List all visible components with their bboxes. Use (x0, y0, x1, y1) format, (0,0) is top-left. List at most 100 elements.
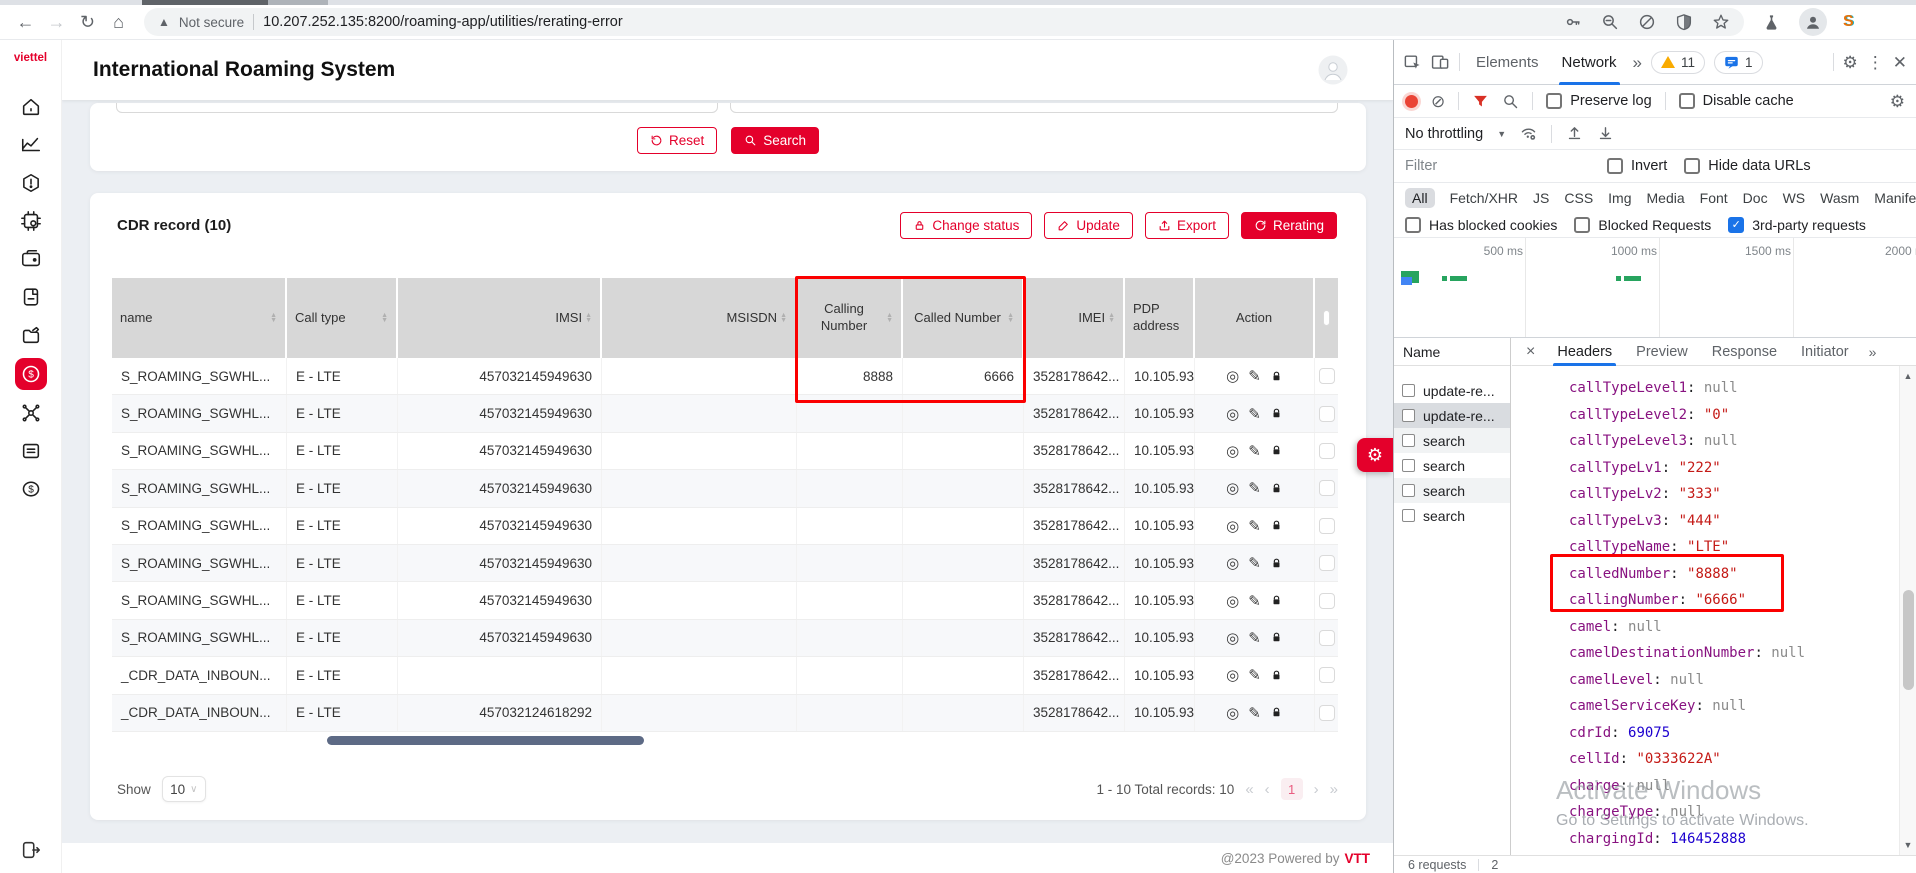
last-page-icon[interactable]: » (1330, 781, 1338, 798)
edit-icon[interactable]: ✎ (1248, 592, 1261, 610)
floating-settings-button[interactable]: ⚙ (1357, 438, 1393, 472)
devtools-menu-icon[interactable]: ⋮ (1867, 54, 1884, 71)
rerating-button[interactable]: Rerating (1241, 212, 1337, 239)
prev-page-icon[interactable]: ‹ (1265, 781, 1270, 798)
has-blocked-cookies-checkbox[interactable]: Has blocked cookies (1405, 217, 1557, 233)
tab-response[interactable]: Response (1700, 338, 1789, 366)
change-status-button[interactable]: Change status (900, 212, 1032, 239)
forward-icon[interactable]: → (43, 12, 70, 33)
devtools-settings-icon[interactable]: ⚙ (1843, 54, 1858, 71)
row-checkbox[interactable] (1319, 480, 1335, 496)
sidebar-item-system[interactable] (20, 210, 42, 232)
table-row[interactable]: S_ROAMING_SGWHL... E - LTE 4570321459496… (112, 620, 1338, 657)
sidebar-item-alerts[interactable] (20, 172, 42, 194)
edit-icon[interactable]: ✎ (1248, 666, 1261, 684)
view-icon[interactable]: ◎ (1226, 629, 1239, 647)
tab-initiator[interactable]: Initiator (1789, 338, 1861, 366)
view-icon[interactable]: ◎ (1226, 405, 1239, 423)
scroll-down-icon[interactable]: ▼ (1900, 840, 1916, 850)
reload-icon[interactable]: ↻ (74, 12, 101, 33)
edit-icon[interactable]: ✎ (1248, 629, 1261, 647)
key-icon[interactable] (1564, 13, 1582, 31)
search-input-right[interactable] (730, 103, 1338, 113)
type-chip[interactable]: Doc (1743, 190, 1768, 206)
type-chip[interactable]: WS (1783, 190, 1806, 206)
tab-network[interactable]: Network (1555, 40, 1624, 85)
view-icon[interactable]: ◎ (1226, 704, 1239, 722)
table-row[interactable]: _CDR_DATA_INBOUN... E - LTE 3528178642..… (112, 657, 1338, 694)
view-icon[interactable]: ◎ (1226, 517, 1239, 535)
checkbox-checked[interactable]: ✓ (1728, 217, 1744, 233)
extension-flask-icon[interactable] (1762, 13, 1781, 32)
row-checkbox[interactable] (1319, 630, 1335, 646)
lock-icon[interactable] (1270, 370, 1283, 383)
sidebar-item-home[interactable] (20, 96, 42, 118)
checkbox[interactable] (1679, 93, 1695, 109)
name-column-header[interactable]: Name (1394, 338, 1510, 366)
sort-icon[interactable]: ▲▼ (381, 313, 388, 323)
type-chip[interactable]: Img (1608, 190, 1631, 206)
sort-icon[interactable]: ▲▼ (780, 313, 787, 323)
view-icon[interactable]: ◎ (1226, 554, 1239, 572)
table-row[interactable]: S_ROAMING_SGWHL... E - LTE 4570321459496… (112, 470, 1338, 507)
shield-icon[interactable] (1675, 13, 1693, 31)
first-page-icon[interactable]: « (1245, 781, 1253, 798)
edit-icon[interactable]: ✎ (1248, 517, 1261, 535)
sort-icon[interactable]: ▲▼ (1007, 313, 1014, 323)
request-row[interactable]: search (1394, 453, 1510, 478)
warnings-badge[interactable]: 11 (1651, 51, 1705, 74)
request-row[interactable]: search (1394, 503, 1510, 528)
edit-icon[interactable]: ✎ (1248, 554, 1261, 572)
request-row[interactable]: update-re... (1394, 378, 1510, 403)
sidebar-item-files[interactable] (20, 324, 42, 346)
table-row[interactable]: S_ROAMING_SGWHL... E - LTE 4570321459496… (112, 395, 1338, 432)
throttling-select[interactable]: No throttling (1405, 126, 1483, 142)
address-bar[interactable]: ▲ Not secure 10.207.252.135:8200/roaming… (144, 8, 1744, 36)
table-row[interactable]: S_ROAMING_SGWHL... E - LTE 4570321459496… (112, 545, 1338, 582)
tab-headers[interactable]: Headers (1545, 338, 1624, 366)
column-header-imsi[interactable]: IMSI▲▼ (398, 278, 602, 358)
checkbox[interactable] (1405, 217, 1421, 233)
edit-icon[interactable]: ✎ (1248, 367, 1261, 385)
type-chip[interactable]: Manifest (1874, 190, 1916, 206)
tab-elements[interactable]: Elements (1469, 40, 1546, 85)
scroll-up-icon[interactable]: ▲ (1900, 371, 1916, 381)
current-page[interactable]: 1 (1281, 778, 1303, 800)
type-chip[interactable]: JS (1533, 190, 1549, 206)
table-row[interactable]: S_ROAMING_SGWHL... E - LTE 4570321459496… (112, 358, 1338, 395)
bookmark-star-icon[interactable] (1712, 13, 1730, 31)
type-chip[interactable]: All (1405, 188, 1435, 208)
network-settings-gear-icon[interactable]: ⚙ (1890, 93, 1905, 110)
user-avatar[interactable] (1318, 55, 1348, 85)
row-checkbox[interactable] (1319, 593, 1335, 609)
inspect-element-icon[interactable] (1403, 53, 1422, 72)
row-checkbox[interactable] (1319, 555, 1335, 571)
checkbox[interactable] (1546, 93, 1562, 109)
view-icon[interactable]: ◎ (1226, 442, 1239, 460)
column-header-pdp-address[interactable]: PDP address (1125, 278, 1195, 358)
table-row[interactable]: S_ROAMING_SGWHL... E - LTE 4570321459496… (112, 508, 1338, 545)
more-detail-tabs-icon[interactable]: » (1869, 344, 1877, 360)
type-chip[interactable]: Fetch/XHR (1450, 190, 1518, 206)
filter-funnel-icon[interactable] (1472, 93, 1489, 110)
export-button[interactable]: Export (1145, 212, 1229, 239)
row-checkbox[interactable] (1319, 667, 1335, 683)
security-label[interactable]: Not secure (179, 15, 244, 30)
page-size-select[interactable]: 10 ∨ (162, 776, 206, 802)
home-icon[interactable]: ⌂ (105, 12, 132, 33)
next-page-icon[interactable]: › (1314, 781, 1319, 798)
preserve-log-checkbox[interactable]: Preserve log (1546, 93, 1651, 109)
tab-preview[interactable]: Preview (1624, 338, 1700, 366)
table-row[interactable]: S_ROAMING_SGWHL... E - LTE 4570321459496… (112, 433, 1338, 470)
sidebar-item-wallet[interactable] (20, 248, 42, 270)
search-input-left[interactable] (116, 103, 718, 113)
network-conditions-icon[interactable] (1520, 125, 1537, 142)
view-icon[interactable]: ◎ (1226, 367, 1239, 385)
sort-icon[interactable]: ▲▼ (585, 313, 592, 323)
update-button[interactable]: Update (1044, 212, 1133, 239)
edit-icon[interactable]: ✎ (1248, 405, 1261, 423)
view-icon[interactable]: ◎ (1226, 479, 1239, 497)
record-button[interactable] (1405, 95, 1418, 108)
devtools-close-icon[interactable]: ✕ (1893, 54, 1907, 71)
network-search-icon[interactable] (1502, 93, 1519, 110)
